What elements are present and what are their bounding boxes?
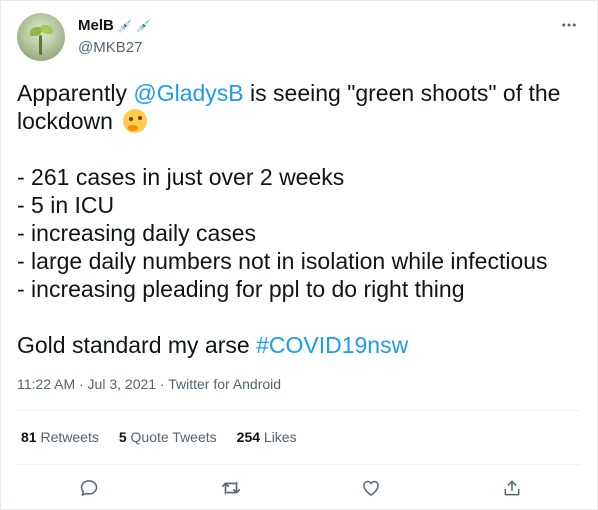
- tweet-text-segment: lockdown: [17, 108, 113, 134]
- syringe-emoji-badges: 💉 💉: [117, 18, 152, 33]
- tweet-text-segment: is seeing "green shoots" of the: [243, 80, 561, 106]
- bullet-line: - 261 cases in just over 2 weeks: [17, 164, 345, 190]
- likes-label: Likes: [263, 429, 297, 445]
- likes-stat[interactable]: 254 Likes: [237, 429, 297, 445]
- share-icon[interactable]: [499, 475, 525, 501]
- tweet-text-segment: Apparently: [17, 80, 134, 106]
- quote-tweets-label: Quote Tweets: [130, 429, 217, 445]
- divider: [17, 464, 581, 465]
- quote-tweets-count: 5: [118, 429, 127, 445]
- tweet-line: Gold standard my arse #COVID19nsw: [17, 331, 583, 359]
- avatar-leaf-graphic: [41, 25, 53, 34]
- tweet-text-segment: Gold standard my arse: [17, 332, 257, 358]
- reply-icon[interactable]: [76, 475, 102, 501]
- thinking-face-icon: [123, 109, 148, 133]
- tweet-line: Apparently @GladysB is seeing "green sho…: [17, 79, 583, 107]
- bullet-line: - 5 in ICU: [17, 192, 115, 218]
- bullet-line: - large daily numbers not in isolation w…: [17, 248, 548, 274]
- retweets-label: Retweets: [40, 429, 99, 445]
- retweet-icon[interactable]: [218, 475, 244, 501]
- author-display-name[interactable]: MelB: [78, 17, 114, 34]
- bullet-line: - increasing pleading for ppl to do righ…: [17, 276, 465, 302]
- retweets-stat[interactable]: 81 Retweets: [21, 429, 99, 445]
- hashtag-link[interactable]: #COVID19nsw: [256, 332, 408, 358]
- tweet-actions: [1, 475, 598, 501]
- tweet-text: Apparently @GladysB is seeing "green sho…: [17, 79, 583, 359]
- author-handle[interactable]: @MKB27: [78, 39, 142, 56]
- bullet-line: - increasing daily cases: [17, 220, 257, 246]
- quote-tweets-stat[interactable]: 5 Quote Tweets: [119, 429, 217, 445]
- tweet-card: MelB 💉 💉 @MKB27 Apparently @GladysB is s…: [0, 0, 598, 510]
- tweet-stats: 81 Retweets 5 Quote Tweets 254 Likes: [21, 429, 297, 445]
- author-name-row[interactable]: MelB 💉 💉: [78, 17, 151, 34]
- likes-count: 254: [236, 429, 261, 445]
- avatar[interactable]: [17, 13, 65, 61]
- heart-icon[interactable]: [358, 475, 384, 501]
- more-horizontal-icon[interactable]: [559, 15, 579, 35]
- avatar-stem-graphic: [39, 35, 42, 55]
- mention-link[interactable]: @GladysB: [133, 80, 243, 106]
- tweet-line: lockdown: [17, 107, 583, 135]
- divider: [17, 410, 581, 411]
- retweets-count: 81: [21, 429, 37, 445]
- tweet-timestamp[interactable]: 11:22 AM · Jul 3, 2021 · Twitter for And…: [17, 376, 281, 392]
